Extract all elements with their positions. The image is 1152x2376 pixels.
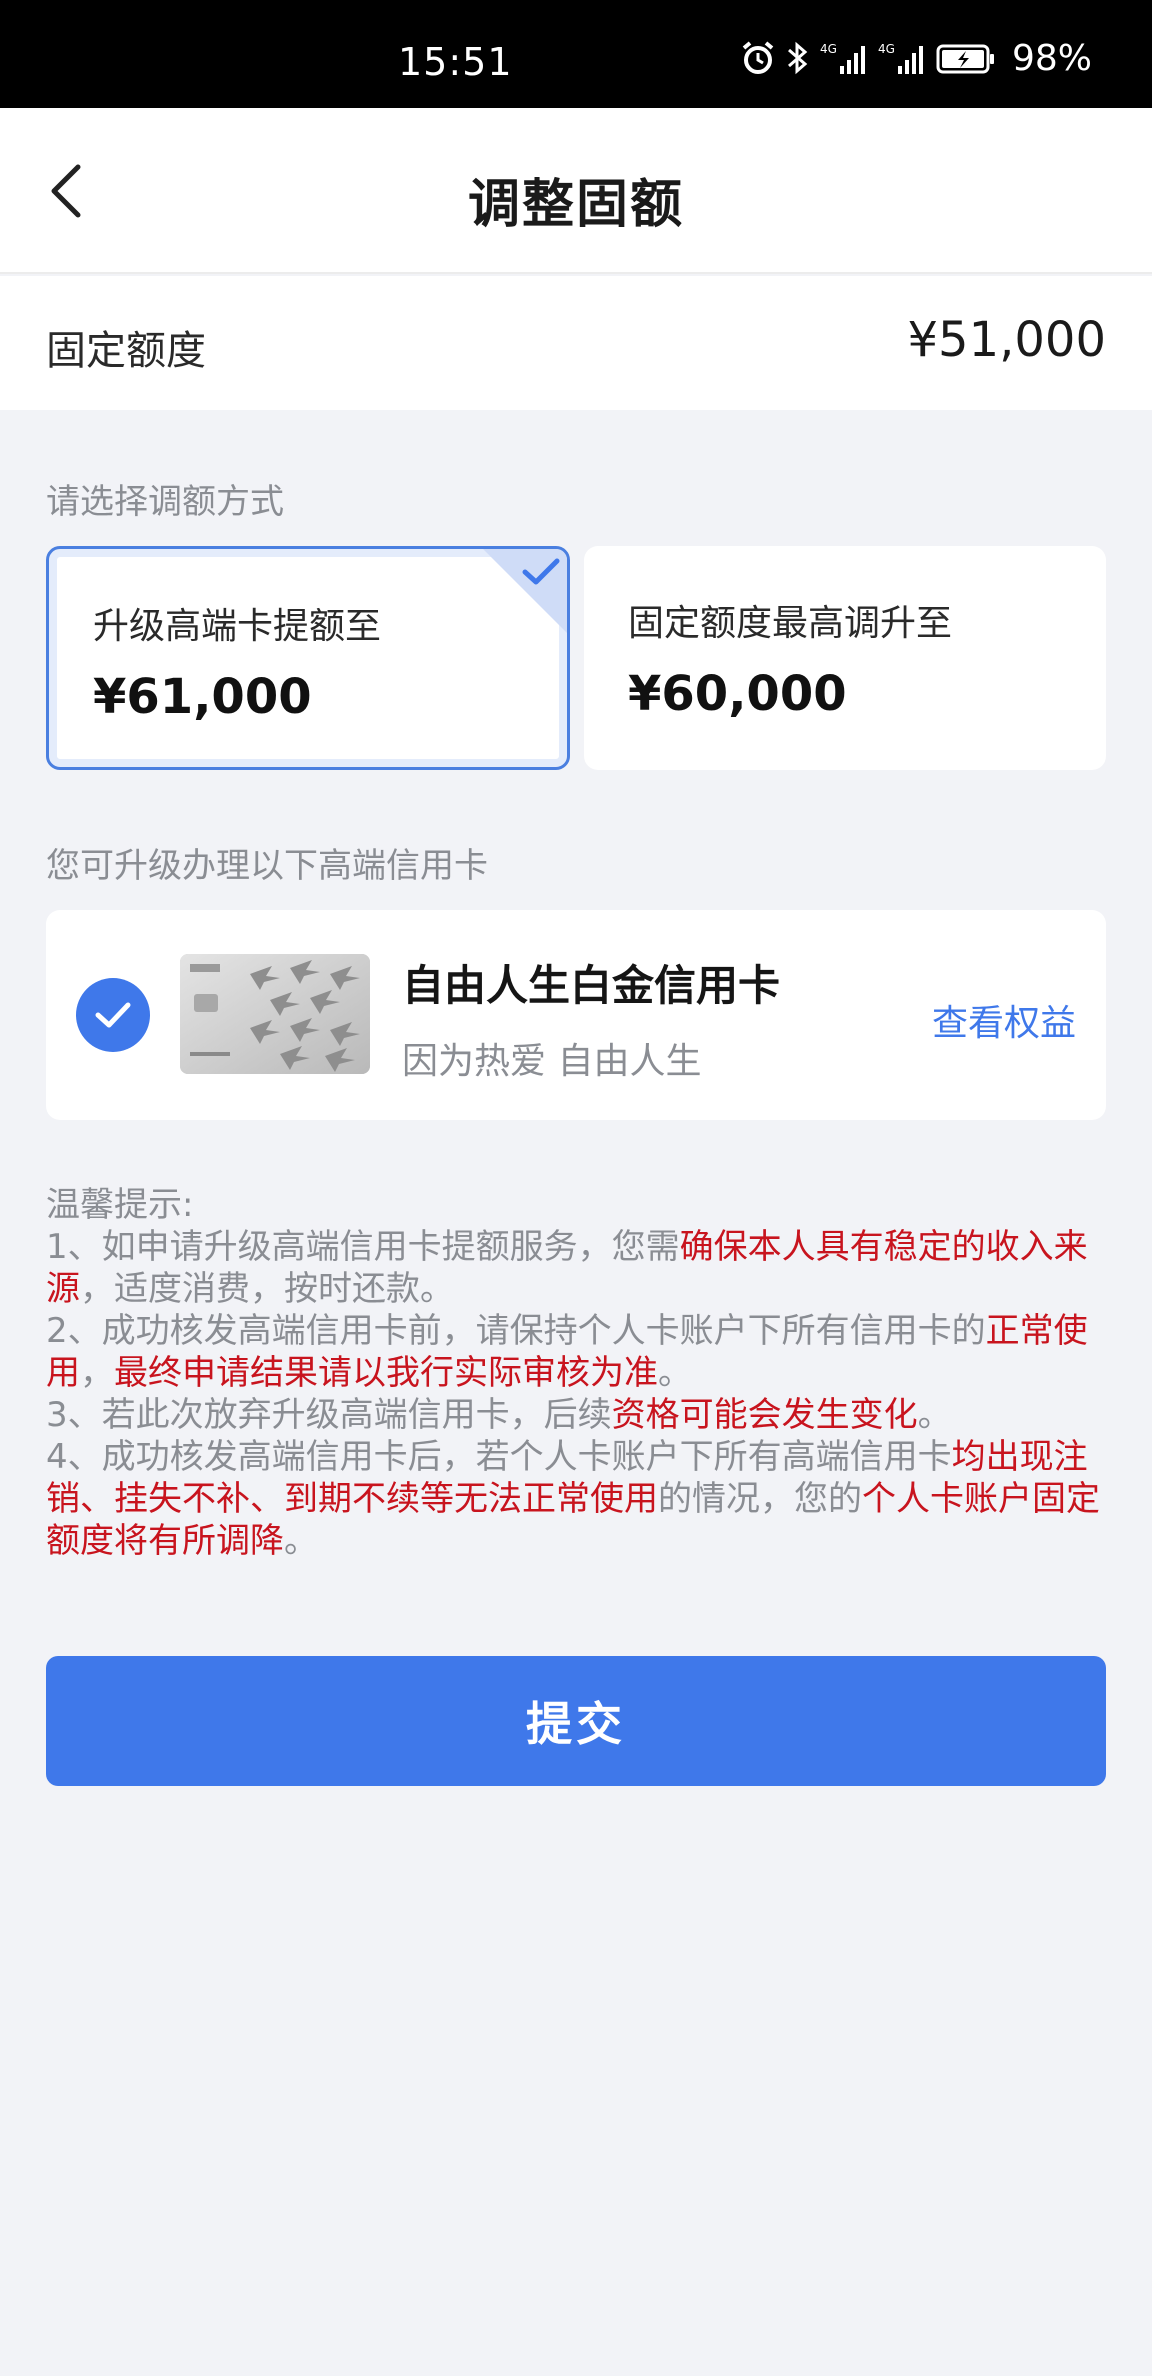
tip-item: 2、成功核发高端信用卡前，请保持个人卡账户下所有信用卡的正常使用，最终申请结果请… bbox=[46, 1310, 1114, 1394]
svg-text:4G: 4G bbox=[820, 42, 837, 56]
bluetooth-icon bbox=[786, 40, 810, 76]
option-label: 升级高端卡提额至 bbox=[93, 606, 382, 647]
tip-text: ，适度消费，按时还款。 bbox=[80, 1269, 454, 1309]
checkmark-icon bbox=[95, 1002, 131, 1028]
tips-section: 温馨提示: 1、如申请升级高端信用卡提额服务，您需确保本人具有稳定的收入来源，适… bbox=[46, 1184, 1114, 1562]
tip-text: 。 bbox=[284, 1521, 318, 1561]
checkmark-icon bbox=[522, 558, 560, 585]
card-select-radio[interactable] bbox=[76, 978, 150, 1052]
tips-title: 温馨提示: bbox=[46, 1185, 194, 1225]
svg-text:4G: 4G bbox=[878, 42, 895, 56]
battery-charging-icon bbox=[936, 40, 996, 76]
signal-4g-icon: 4G bbox=[820, 40, 868, 76]
tip-text: 2、成功核发高端信用卡前，请保持个人卡账户下所有信用卡的 bbox=[46, 1311, 986, 1351]
tip-text: 3、若此次放弃升级高端信用卡，后续 bbox=[46, 1395, 612, 1435]
tip-text: 。 bbox=[917, 1395, 952, 1435]
credit-card-image bbox=[180, 954, 370, 1074]
tip-item: 4、成功核发高端信用卡后，若个人卡账户下所有高端信用卡均出现注销、挂失不补、到期… bbox=[46, 1436, 1114, 1562]
fixed-limit-row: 固定额度 ¥51,000 bbox=[0, 276, 1152, 410]
fixed-limit-value: ¥51,000 bbox=[907, 312, 1107, 368]
view-benefits-link[interactable]: 查看权益 bbox=[932, 994, 1076, 1046]
tip-text: ， bbox=[80, 1353, 114, 1393]
method-section-label: 请选择调额方式 bbox=[46, 482, 284, 522]
tip-highlight: 资格可能会发生变化 bbox=[611, 1395, 918, 1435]
card-slogan: 因为热爱 自由人生 bbox=[402, 1041, 702, 1082]
fixed-limit-label: 固定额度 bbox=[46, 328, 206, 374]
tip-text: 的情况，您的 bbox=[658, 1479, 862, 1519]
alarm-icon bbox=[740, 40, 776, 76]
option-amount: ¥61,000 bbox=[93, 669, 312, 725]
tip-highlight: 最终申请结果请以我行实际审核为准 bbox=[114, 1353, 658, 1393]
option-fixed-raise-card[interactable]: 固定额度最高调升至 ¥60,000 bbox=[584, 546, 1106, 770]
tip-text: 。 bbox=[658, 1353, 692, 1393]
signal-4g-icon: 4G bbox=[878, 40, 926, 76]
battery-percent: 98% bbox=[1011, 37, 1092, 79]
status-bar: 15:51 4G 4G 98% bbox=[0, 0, 1152, 108]
status-icons: 4G 4G 98% bbox=[740, 37, 1092, 79]
page-header: 调整固额 bbox=[0, 108, 1152, 274]
card-name: 自由人生白金信用卡 bbox=[402, 961, 781, 1010]
status-time: 15:51 bbox=[398, 40, 513, 84]
option-upgrade-card[interactable]: 升级高端卡提额至 ¥61,000 bbox=[46, 546, 570, 770]
submit-button[interactable]: 提交 bbox=[46, 1656, 1106, 1786]
credit-card-item[interactable]: 自由人生白金信用卡 因为热爱 自由人生 查看权益 bbox=[46, 910, 1106, 1120]
page-title: 调整固额 bbox=[467, 175, 684, 235]
tip-item: 3、若此次放弃升级高端信用卡，后续资格可能会发生变化。 bbox=[46, 1394, 1114, 1436]
option-label: 固定额度最高调升至 bbox=[628, 603, 953, 644]
cards-section-label: 您可升级办理以下高端信用卡 bbox=[46, 846, 488, 886]
tip-text: 4、成功核发高端信用卡后，若个人卡账户下所有高端信用卡 bbox=[46, 1437, 952, 1477]
tip-text: 1、如申请升级高端信用卡提额服务，您需 bbox=[46, 1227, 680, 1267]
option-amount: ¥60,000 bbox=[628, 666, 847, 722]
tip-item: 1、如申请升级高端信用卡提额服务，您需确保本人具有稳定的收入来源，适度消费，按时… bbox=[46, 1226, 1114, 1310]
